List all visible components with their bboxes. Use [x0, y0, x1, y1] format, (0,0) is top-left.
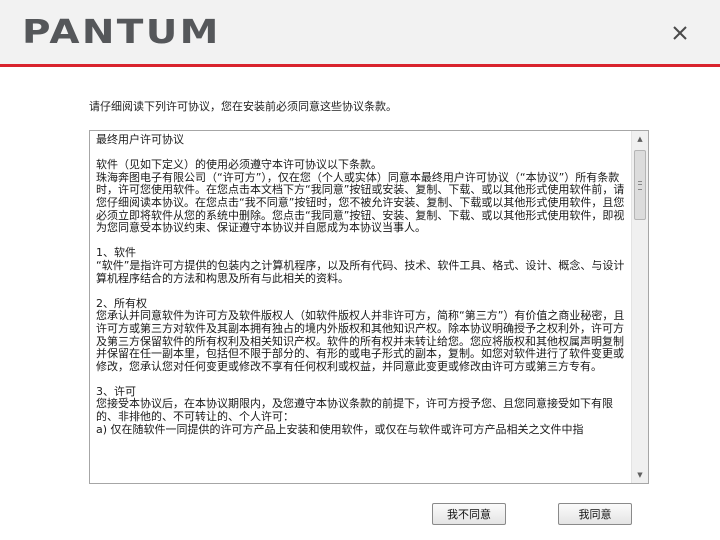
close-icon	[673, 26, 687, 40]
title-bar: PANTUM	[0, 0, 720, 67]
close-button[interactable]	[664, 17, 696, 49]
accept-button[interactable]: 我同意	[558, 503, 632, 525]
license-agreement-box[interactable]: 最终用户许可协议 软件（见如下定义）的使用必须遵守本许可协议以下条款。 珠海奔图…	[89, 130, 649, 484]
scroll-thumb[interactable]	[634, 150, 646, 220]
grip-icon	[638, 181, 642, 190]
intro-instruction: 请仔细阅读下列许可协议，您在安装前必须同意这些协议条款。	[89, 100, 397, 113]
scroll-up-arrow-icon[interactable]: ▲	[632, 131, 648, 147]
decline-button[interactable]: 我不同意	[432, 503, 506, 525]
agreement-paragraph: 1、软件 “软件”是指许可方提供的包装内之计算机程序，以及所有代码、技术、软件工…	[96, 246, 625, 285]
vertical-scrollbar[interactable]: ▲ ▼	[631, 131, 648, 483]
scroll-down-arrow-icon[interactable]: ▼	[632, 467, 648, 483]
pantum-logo: PANTUM	[22, 12, 221, 51]
agreement-paragraph: 3、许可 您接受本协议后，在本协议期限内，及您遵守本协议条款的前提下，许可方授予…	[96, 384, 613, 436]
license-agreement-text: 最终用户许可协议 软件（见如下定义）的使用必须遵守本许可协议以下条款。 珠海奔图…	[90, 131, 631, 483]
agreement-paragraph: 2、所有权 您承认并同意软件为许可方及软件版权人（如软件版权人并非许可方，简称“…	[96, 296, 625, 373]
agreement-title: 最终用户许可协议	[96, 133, 184, 146]
agreement-paragraph: 软件（见如下定义）的使用必须遵守本许可协议以下条款。 珠海奔图电子有限公司（“许…	[96, 158, 625, 235]
